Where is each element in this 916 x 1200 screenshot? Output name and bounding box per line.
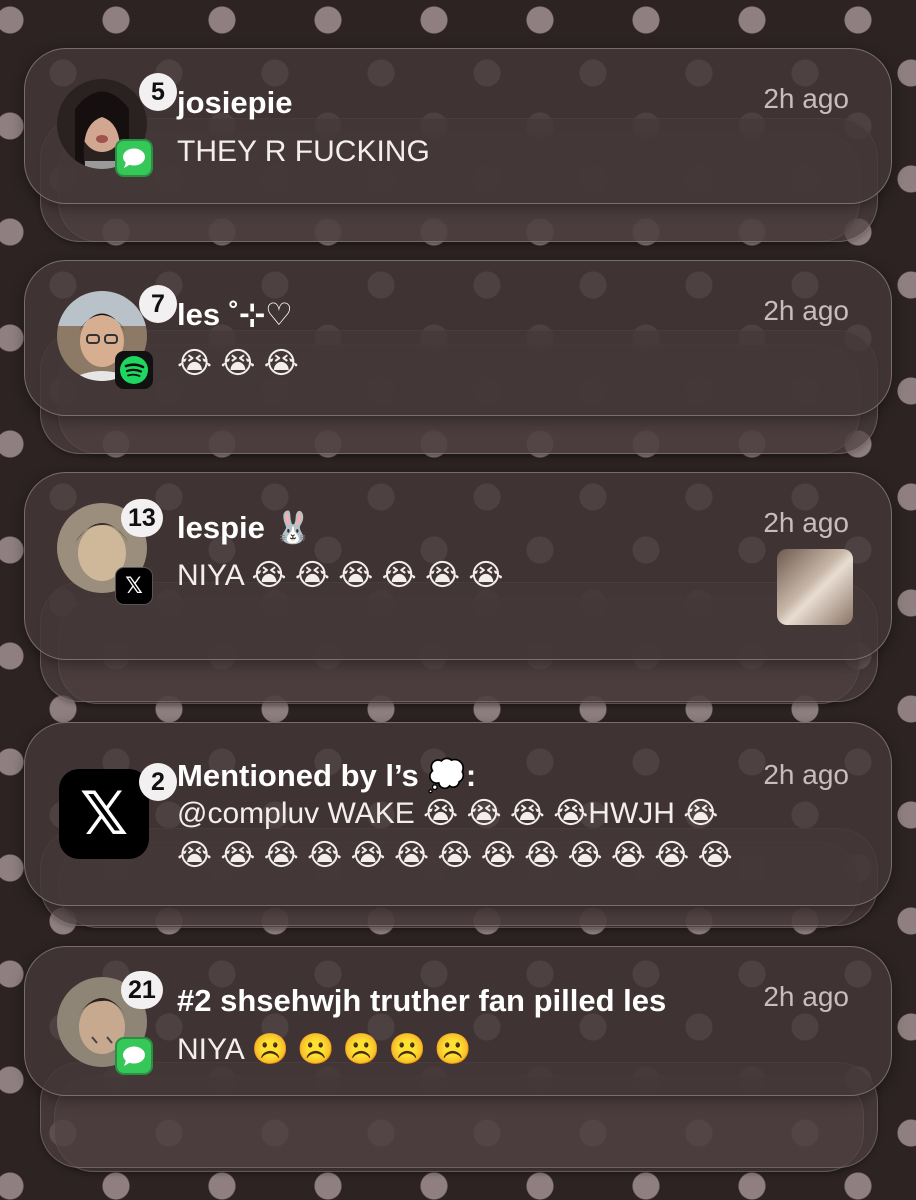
notification-stack-2[interactable]: 7 les ˚⊹♡ 😭 😭 😭 2h ago [24, 260, 892, 454]
timestamp: 2h ago [763, 981, 849, 1012]
timestamp: 2h ago [763, 507, 849, 538]
notification-count-badge: 21 [121, 971, 163, 1009]
message-preview-line-2: 😭 😭 😭 😭 😭 😭 😭 😭 😭 😭 😭 😭 😭 [177, 839, 733, 872]
notification-card[interactable]: 21 #2 shsehwjh truther fan pilled les NI… [24, 946, 892, 1096]
sender-name: les ˚⊹♡ [177, 297, 293, 332]
x-logo-icon: 𝕏 [59, 769, 149, 859]
sender-name: Mentioned by l’s 💭: [177, 758, 477, 793]
notification-count-badge: 13 [121, 499, 163, 537]
sender-name: #2 shsehwjh truther fan pilled les [177, 983, 667, 1018]
spotify-icon [115, 351, 153, 389]
x-logo-icon: 𝕏 [115, 567, 153, 605]
notification-card[interactable]: 𝕏 2 Mentioned by l’s 💭: @compluv WAKE 😭 … [24, 722, 892, 906]
timestamp: 2h ago [763, 759, 849, 790]
timestamp: 2h ago [763, 295, 849, 326]
notification-stack-4[interactable]: 𝕏 2 Mentioned by l’s 💭: @compluv WAKE 😭 … [24, 722, 892, 928]
notification-count-badge: 2 [139, 763, 177, 801]
message-bubble-icon [115, 139, 153, 177]
notification-stack-1[interactable]: 5 josiepie THEY R FUCKING 2h ago [24, 48, 892, 242]
notification-stack-3[interactable]: 13 𝕏 lespie 🐰 NIYA 😭 😭 😭 😭 😭 😭 2h ago [24, 472, 892, 704]
sender-name: josiepie [177, 85, 293, 120]
notification-stack-5[interactable]: 21 #2 shsehwjh truther fan pilled les NI… [24, 946, 892, 1172]
message-preview-line-1: @compluv WAKE 😭 😭 😭 😭HWJH 😭 [177, 797, 719, 830]
notification-card[interactable]: 13 𝕏 lespie 🐰 NIYA 😭 😭 😭 😭 😭 😭 2h ago [24, 472, 892, 660]
message-preview: 😭 😭 😭 [177, 347, 299, 380]
notification-card[interactable]: 5 josiepie THEY R FUCKING 2h ago [24, 48, 892, 204]
notification-card[interactable]: 7 les ˚⊹♡ 😭 😭 😭 2h ago [24, 260, 892, 416]
media-thumbnail[interactable] [777, 549, 853, 625]
notification-count-badge: 7 [139, 285, 177, 323]
message-preview: THEY R FUCKING [177, 135, 430, 168]
timestamp: 2h ago [763, 83, 849, 114]
message-preview: NIYA 😭 😭 😭 😭 😭 😭 [177, 559, 504, 592]
message-preview: NIYA ☹️ ☹️ ☹️ ☹️ ☹️ [177, 1033, 472, 1066]
notification-count-badge: 5 [139, 73, 177, 111]
message-bubble-icon [115, 1037, 153, 1075]
sender-name: lespie 🐰 [177, 510, 313, 545]
